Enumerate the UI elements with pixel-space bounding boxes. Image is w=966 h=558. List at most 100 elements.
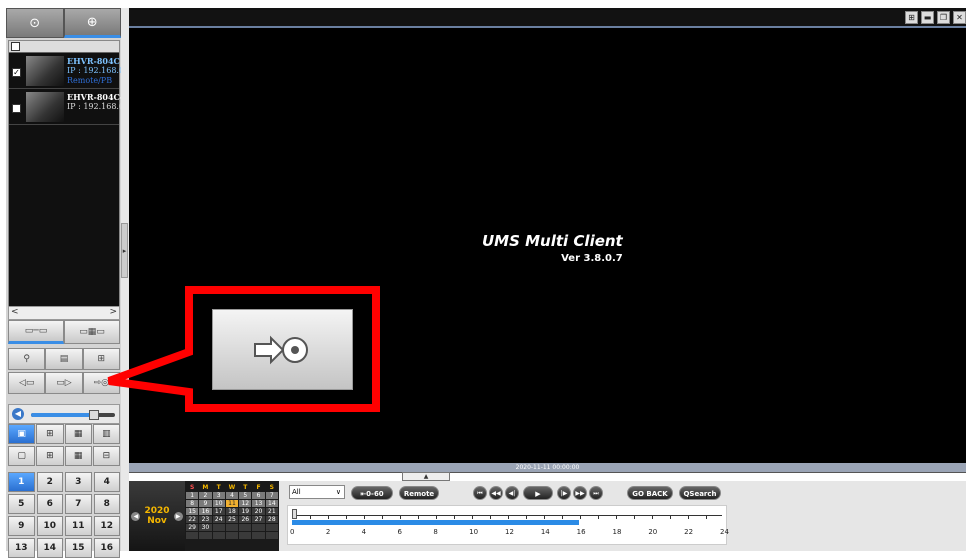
disconnect-button[interactable]: ⇨◎ xyxy=(82,372,120,394)
layout-split-c-button[interactable]: ⊟ xyxy=(92,446,120,466)
layout-4x4-button[interactable]: ▥ xyxy=(92,424,120,444)
calendar-day[interactable]: 23 xyxy=(199,516,212,523)
calendar-day[interactable]: 3 xyxy=(212,492,225,499)
timeline-cursor[interactable] xyxy=(292,509,297,519)
calendar-day[interactable]: 4 xyxy=(225,492,239,499)
calendar-day[interactable]: 1 xyxy=(186,492,199,499)
calendar-day[interactable]: 5 xyxy=(239,492,252,499)
channel-button-8[interactable]: 8 xyxy=(93,494,120,514)
channel-button-14[interactable]: 14 xyxy=(36,538,63,558)
remote-log-button[interactable]: Remote Log xyxy=(399,486,439,512)
channel-button-9[interactable]: 9 xyxy=(8,516,35,536)
channel-button-13[interactable]: 13 xyxy=(8,538,35,558)
calendar-day[interactable]: 7 xyxy=(265,492,278,499)
volume-knob[interactable] xyxy=(89,410,99,420)
calendar-day[interactable]: 17 xyxy=(212,508,225,515)
calendar-day[interactable]: 22 xyxy=(186,516,199,523)
calendar-day[interactable]: 9 xyxy=(199,500,212,507)
channel-button-7[interactable]: 7 xyxy=(65,494,92,514)
timeline-toggle[interactable]: ▲ xyxy=(402,472,450,481)
calendar-day[interactable]: 30 xyxy=(199,524,212,531)
channel-button-15[interactable]: 15 xyxy=(65,538,92,558)
channel-button-6[interactable]: 6 xyxy=(36,494,63,514)
calendar-day[interactable]: 19 xyxy=(239,508,252,515)
speaker-icon[interactable]: ◀ xyxy=(12,408,24,420)
layout-2x2-button[interactable]: ⊞ xyxy=(36,424,64,444)
calendar-day[interactable]: 28 xyxy=(265,516,278,523)
log-button[interactable]: ▤ xyxy=(45,348,83,370)
calendar-day[interactable]: 20 xyxy=(252,508,265,515)
layout-single-button[interactable]: ▢ xyxy=(8,446,36,466)
volume-slider[interactable] xyxy=(31,410,115,420)
channel-select[interactable]: All ∨ xyxy=(289,485,345,499)
layout-1x1-button[interactable]: ▣ xyxy=(8,424,36,444)
calendar-day[interactable]: 15 xyxy=(186,508,199,515)
layout-tree-button[interactable]: ⊞ xyxy=(82,348,120,370)
connect-left-button[interactable]: ◁▭ xyxy=(8,372,46,394)
device-checkbox[interactable]: ✓ xyxy=(12,68,21,77)
connect-right-button[interactable]: ▭▷ xyxy=(45,372,83,394)
fullscreen-button[interactable]: ⊞ xyxy=(905,11,918,24)
close-button[interactable]: ✕ xyxy=(953,11,966,24)
channel-button-4[interactable]: 4 xyxy=(93,472,120,492)
layout-split-b-button[interactable]: ▦ xyxy=(64,446,92,466)
channel-button-16[interactable]: 16 xyxy=(93,538,120,558)
channel-button-1[interactable]: 1 xyxy=(8,472,35,492)
calendar-day[interactable]: 14 xyxy=(265,500,278,507)
panel-splitter[interactable]: ▸ xyxy=(121,8,129,551)
calendar-day[interactable]: 25 xyxy=(225,516,239,523)
select-all-checkbox[interactable] xyxy=(11,42,20,51)
network-view-button[interactable]: ▭─▭ xyxy=(8,320,64,344)
device-item[interactable]: EHVR-804C- IP : 192.168.0 xyxy=(9,89,121,125)
calendar-day[interactable]: 27 xyxy=(252,516,265,523)
restore-button[interactable]: ❐ xyxy=(937,11,950,24)
layout-split-a-button[interactable]: ⊞ xyxy=(36,446,64,466)
calendar-day[interactable]: 11 xyxy=(225,500,239,507)
calendar-day[interactable]: 26 xyxy=(239,516,252,523)
device-checkbox[interactable] xyxy=(12,104,21,113)
calendar-day[interactable]: 13 xyxy=(252,500,265,507)
channel-button-5[interactable]: 5 xyxy=(8,494,35,514)
calendar-day[interactable]: 8 xyxy=(186,500,199,507)
channel-button-12[interactable]: 12 xyxy=(93,516,120,536)
device-item[interactable]: ✓ EHVR-804C IP : 192.168.0 Remote/PB xyxy=(9,53,121,89)
fast-forward-button[interactable]: ▶▶ xyxy=(573,486,587,500)
last-frame-button[interactable]: ⏭ xyxy=(589,486,603,500)
scroll-left-arrow[interactable]: < xyxy=(11,307,19,317)
recorded-segment[interactable] xyxy=(292,520,579,525)
step-forward-button[interactable]: |▶ xyxy=(557,486,571,500)
scroll-right-arrow[interactable]: > xyxy=(109,307,117,317)
user-button[interactable]: ⚲ xyxy=(8,348,46,370)
jump-button[interactable]: ⇤0-60 xyxy=(351,486,393,500)
device-list-scrollbar[interactable]: < > xyxy=(8,306,120,320)
layout-3x3-button[interactable]: ▦ xyxy=(64,424,92,444)
play-button[interactable]: ▶ xyxy=(523,486,553,500)
calendar-day[interactable]: 10 xyxy=(212,500,225,507)
rewind-button[interactable]: ◀◀ xyxy=(489,486,503,500)
next-month-button[interactable]: ▶ xyxy=(173,511,183,521)
video-area[interactable]: ⊞ ▬ ❐ ✕ UMS Multi Client Ver 3.8.0.7 xyxy=(129,8,966,468)
tree-view-button[interactable]: ▭▦▭ xyxy=(64,320,120,344)
calendar-day[interactable]: 6 xyxy=(252,492,265,499)
minimize-button[interactable]: ▬ xyxy=(921,11,934,24)
calendar-day[interactable]: 29 xyxy=(186,524,199,531)
first-frame-button[interactable]: ⏮ xyxy=(473,486,487,500)
site-tab[interactable]: ⊙ xyxy=(6,8,64,38)
go-back-button[interactable]: GO BACK xyxy=(627,486,673,500)
channel-button-3[interactable]: 3 xyxy=(65,472,92,492)
calendar-day[interactable]: 16 xyxy=(199,508,212,515)
search-tab[interactable]: ⊕ xyxy=(63,8,121,38)
calendar-day[interactable]: 12 xyxy=(239,500,252,507)
calendar-day[interactable]: 2 xyxy=(199,492,212,499)
timeline-ruler[interactable]: 0 2 4 6 8 10 12 14 16 18 20 22 24 xyxy=(287,505,729,545)
search-button[interactable]: QSearch xyxy=(679,486,721,500)
collapse-handle[interactable]: ▸ xyxy=(121,223,128,278)
calendar-day[interactable]: 18 xyxy=(225,508,239,515)
prev-month-button[interactable]: ◀ xyxy=(131,511,141,521)
channel-button-10[interactable]: 10 xyxy=(36,516,63,536)
channel-button-2[interactable]: 2 xyxy=(36,472,63,492)
channel-button-11[interactable]: 11 xyxy=(65,516,92,536)
step-back-button[interactable]: ◀| xyxy=(505,486,519,500)
calendar-day[interactable]: 21 xyxy=(265,508,278,515)
calendar-day[interactable]: 24 xyxy=(212,516,225,523)
